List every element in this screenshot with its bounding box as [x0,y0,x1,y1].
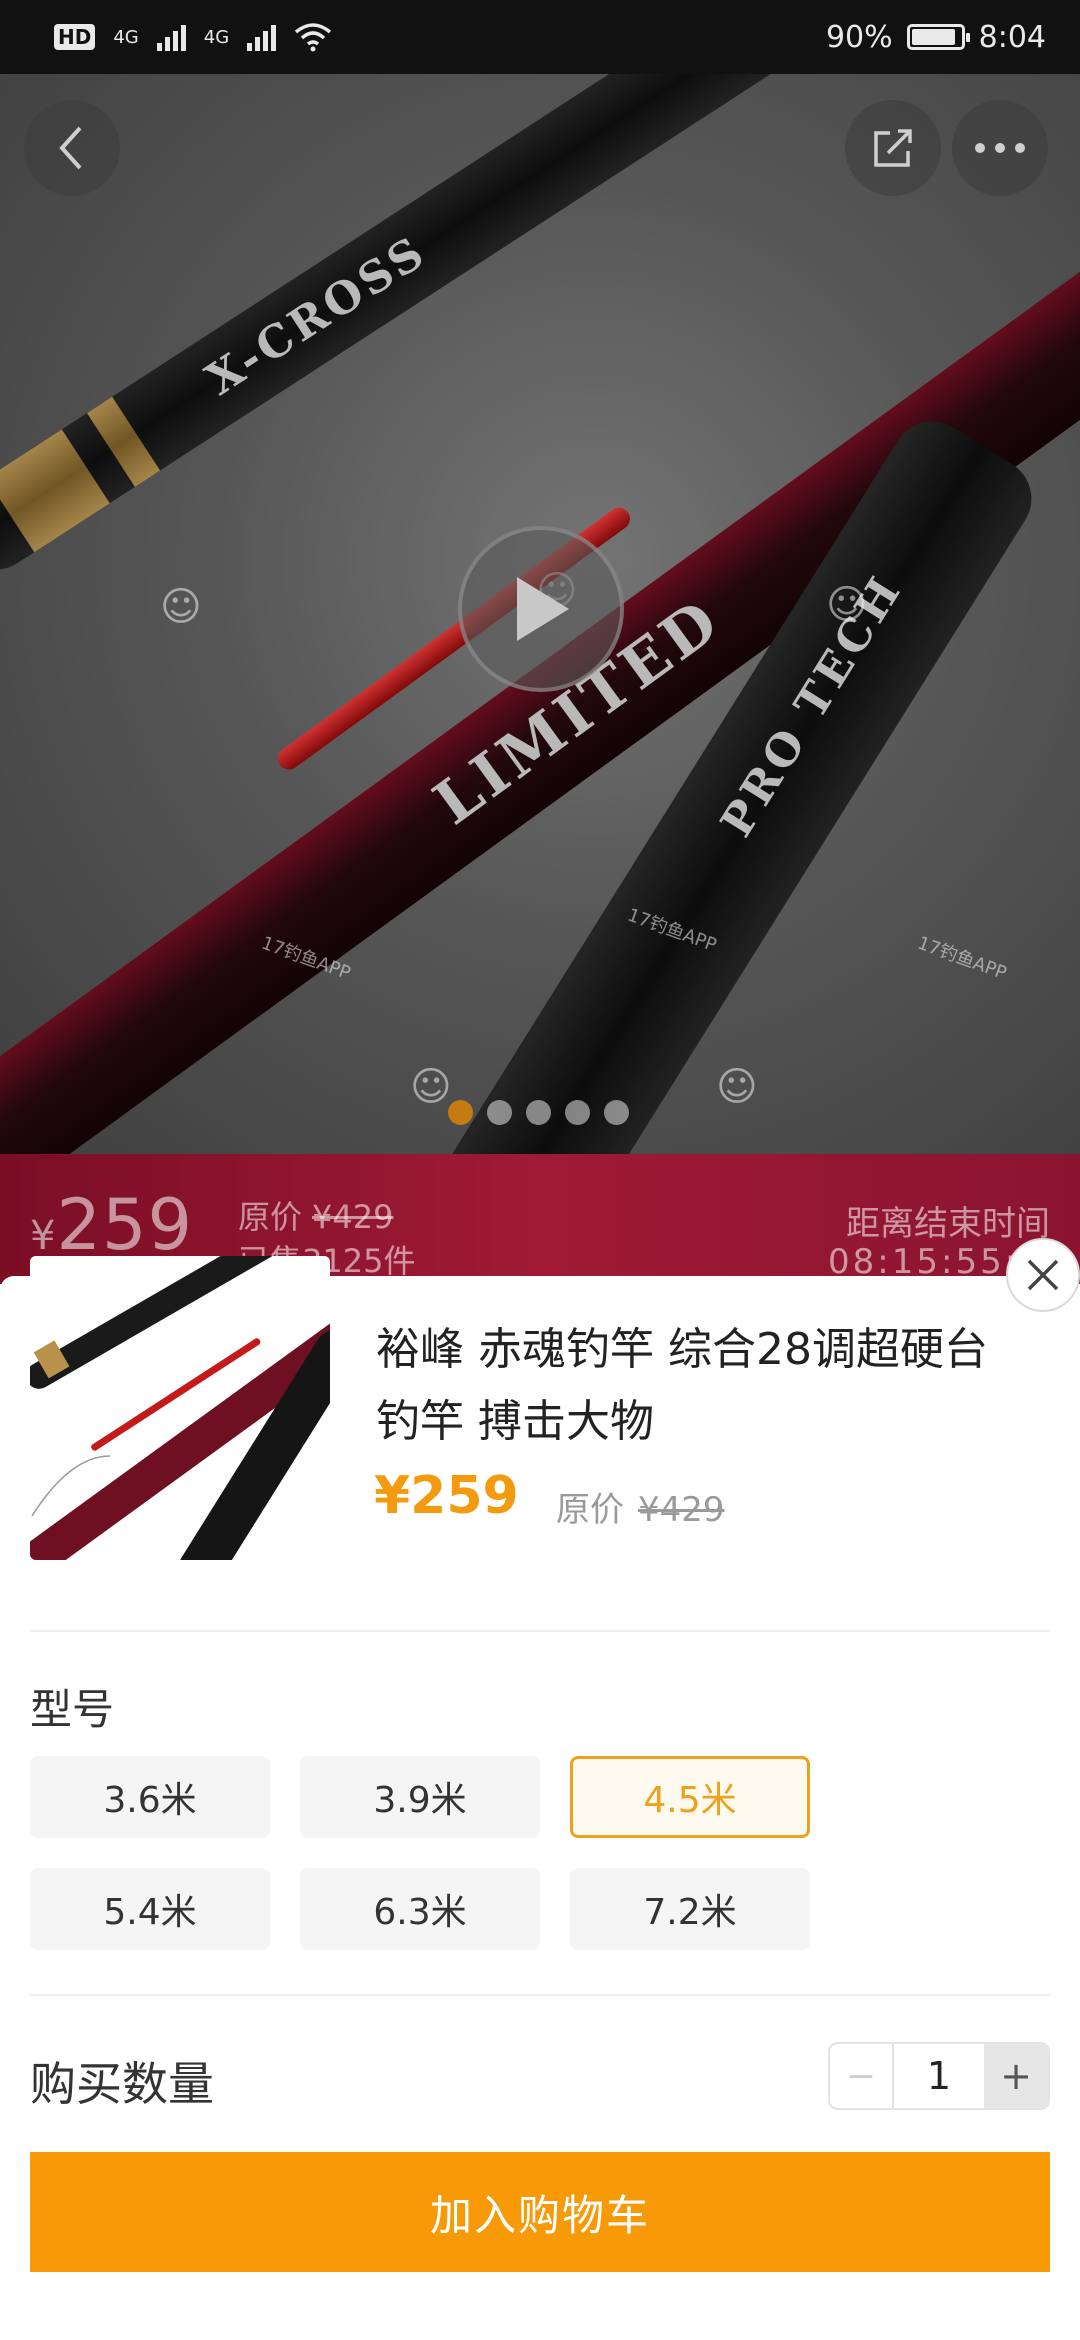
battery-icon [906,24,970,50]
watermark-icon: ☺ [410,1064,452,1110]
product-title: 裕峰 赤魂钓竿 综合28调超硬台钓竿 搏击大物 [376,1324,988,1447]
watermark-icon: ☺ [716,1064,758,1110]
clock: 8:04 [978,19,1046,55]
product-price: ¥259 [374,1466,519,1526]
quantity-plus-button[interactable]: + [984,2044,1048,2108]
product-original-price: 原价 ¥429 [556,1482,725,1531]
carousel-dot [526,1100,551,1125]
add-to-cart-button[interactable]: 加入购物车 [30,2152,1050,2272]
net-label-1: 4G [113,26,139,48]
share-button[interactable] [845,100,941,196]
promo-end-label: 距离结束时间 [846,1204,1050,1244]
promo-price-symbol: ¥ [30,1213,57,1259]
promo-original-value: ¥429 [312,1198,394,1236]
promo-price-value: 259 [56,1184,194,1266]
carousel-dot [448,1100,473,1125]
promo-original-price: 原价 ¥429 [238,1192,393,1238]
play-icon [517,577,569,641]
model-label: 型号 [30,1685,115,1734]
more-button[interactable] [952,100,1048,196]
play-video-button[interactable] [458,526,624,692]
model-option-3.9m[interactable]: 3.9米 [300,1756,540,1838]
back-button[interactable] [24,100,120,196]
status-left: HD 4G 4G [54,22,332,52]
carousel-dot [604,1100,629,1125]
close-button[interactable] [1006,1238,1080,1312]
model-option-4.5m[interactable]: 4.5米 [570,1756,810,1838]
promo-price: ¥259 [30,1184,193,1266]
close-icon [1027,1259,1059,1291]
status-right: 90% 8:04 [826,20,1046,55]
promo-original-label: 原价 [238,1198,303,1236]
share-icon [874,129,912,167]
carousel-dot [565,1100,590,1125]
divider [30,1630,1050,1632]
chevron-left-icon [59,126,82,170]
carousel-page-indicator [448,1100,629,1125]
quantity-value[interactable]: 1 [894,2044,984,2108]
net-label-2: 4G [203,26,230,48]
watermark-icon: ☺ [826,582,868,628]
quantity-label: 购买数量 [30,2057,214,2111]
battery-percent: 90% [825,19,893,55]
hd-badge: HD [54,24,96,50]
more-dots-icon [975,143,1025,153]
status-bar: HD 4G 4G 90% 8:04 [0,0,1080,74]
original-price-value: ¥429 [638,1490,725,1530]
model-option-7.2m[interactable]: 7.2米 [570,1868,810,1950]
carousel-dot [487,1100,512,1125]
model-option-6.3m[interactable]: 6.3米 [300,1868,540,1950]
wifi-icon [295,23,332,52]
original-price-label: 原价 [556,1490,624,1530]
model-option-5.4m[interactable]: 5.4米 [30,1868,270,1950]
model-option-3.6m[interactable]: 3.6米 [30,1756,270,1838]
product-thumbnail [30,1256,330,1560]
quantity-stepper: − 1 + [828,2042,1050,2110]
product-image-carousel[interactable]: X-CROSS LIMITED PRO TECH ☺ ☺ ☺ ☺ ☺ 17钓鱼A… [0,74,1080,1154]
rod-thumbnail-image [30,1256,330,1560]
divider [30,1994,1050,1996]
watermark-icon: ☺ [160,584,202,630]
signal-icon [156,23,186,51]
signal-icon-2 [247,23,277,51]
battery-fill [911,29,955,45]
quantity-minus-button[interactable]: − [830,2044,894,2108]
